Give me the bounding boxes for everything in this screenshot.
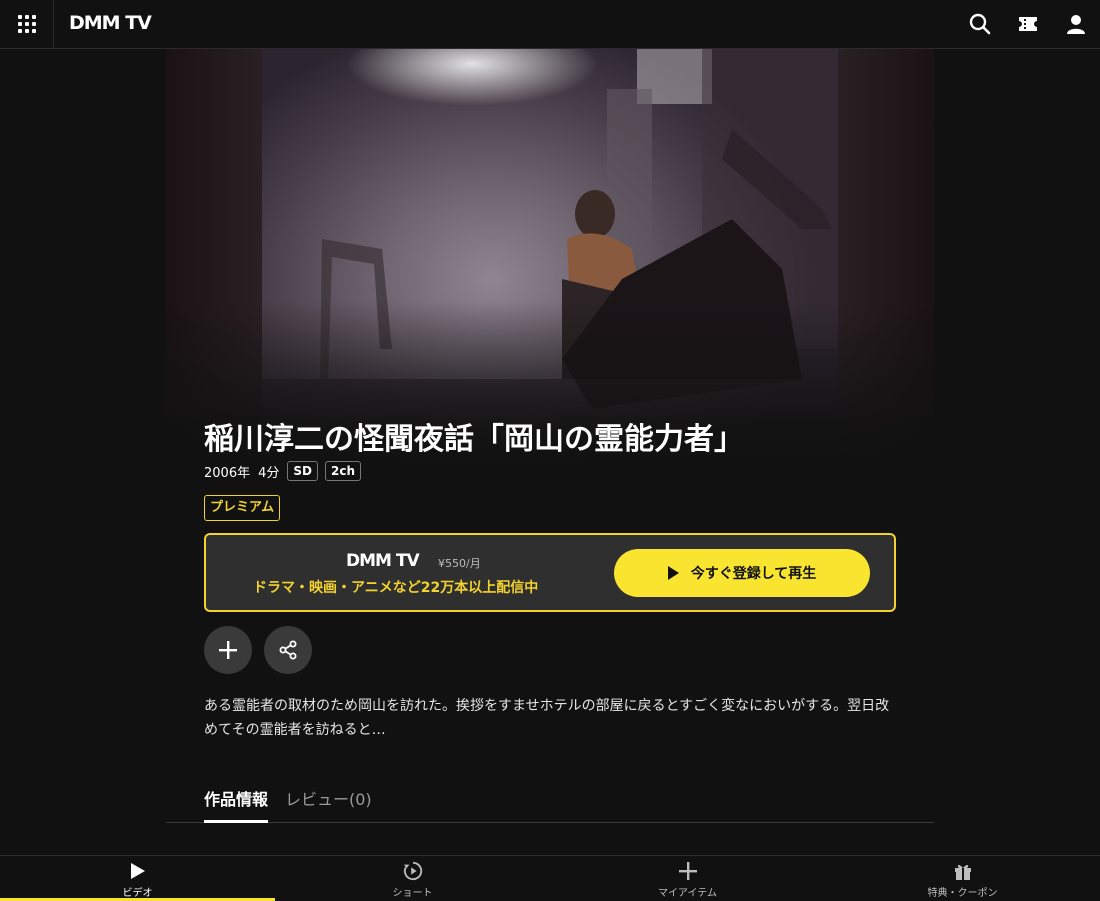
- short-play-icon: [403, 861, 423, 881]
- nav-video-label: ビデオ: [122, 888, 153, 899]
- grid-menu-button[interactable]: [0, 0, 54, 48]
- register-and-play-button[interactable]: 今すぐ登録して再生: [614, 549, 870, 597]
- grid-menu-icon: [17, 15, 36, 33]
- share-button[interactable]: [264, 626, 312, 674]
- share-icon: [279, 640, 297, 660]
- content-tabs: 作品情報 レビュー(0): [166, 776, 934, 823]
- premium-badge: プレミアム: [204, 495, 281, 521]
- nav-perks-coupons[interactable]: 特典・クーポン: [825, 856, 1100, 901]
- search-icon[interactable]: [966, 10, 994, 38]
- cta-label: 今すぐ登録して再生: [690, 566, 817, 582]
- hero-banner: [166, 49, 934, 461]
- plus-icon: [219, 641, 237, 659]
- promo-logo: DMM TV: [346, 551, 420, 571]
- nav-my-items[interactable]: マイアイテム: [550, 856, 825, 901]
- page-title: 稲川淳二の怪聞夜話「岡山の霊能力者」: [204, 422, 744, 457]
- play-icon: [667, 566, 679, 580]
- audio-badge: 2ch: [324, 461, 361, 481]
- nav-my-items-label: マイアイテム: [658, 888, 717, 899]
- meta-row: 2006年 4分 SD 2ch: [204, 461, 368, 481]
- subscription-promo: DMM TV ¥550/月 ドラマ・映画・アニメなど22万本以上配信中 今すぐ登…: [204, 533, 896, 612]
- nav-video[interactable]: ビデオ: [0, 856, 275, 901]
- bottom-navigation: ビデオ ショート マイアイテム 特典・クーポン: [0, 855, 1100, 901]
- dmm-tv-logo[interactable]: DMM TV: [69, 12, 152, 34]
- active-tab-indicator: [204, 820, 268, 823]
- duration: 4分: [258, 465, 280, 481]
- play-icon: [128, 861, 148, 881]
- promo-message: ドラマ・映画・アニメなど22万本以上配信中: [253, 580, 539, 596]
- top-header: DMM TV: [0, 0, 1100, 49]
- ticket-icon[interactable]: [1014, 10, 1042, 38]
- nav-short[interactable]: ショート: [275, 856, 550, 901]
- user-icon[interactable]: [1062, 10, 1090, 38]
- plus-icon: [678, 861, 698, 881]
- gift-icon: [953, 861, 973, 881]
- nav-perks-label: 特典・クーポン: [927, 888, 998, 899]
- release-year: 2006年: [204, 465, 251, 481]
- description: ある霊能者の取材のため岡山を訪れた。挨拶をすませホテルの部屋に戻るとすごく変なに…: [204, 698, 890, 738]
- tab-work-info[interactable]: 作品情報: [204, 786, 268, 810]
- quality-badge: SD: [287, 461, 318, 481]
- promo-price: ¥550/月: [438, 557, 481, 570]
- tab-reviews[interactable]: レビュー(0): [285, 786, 372, 810]
- add-to-list-button[interactable]: [204, 626, 252, 674]
- nav-short-label: ショート: [392, 888, 433, 899]
